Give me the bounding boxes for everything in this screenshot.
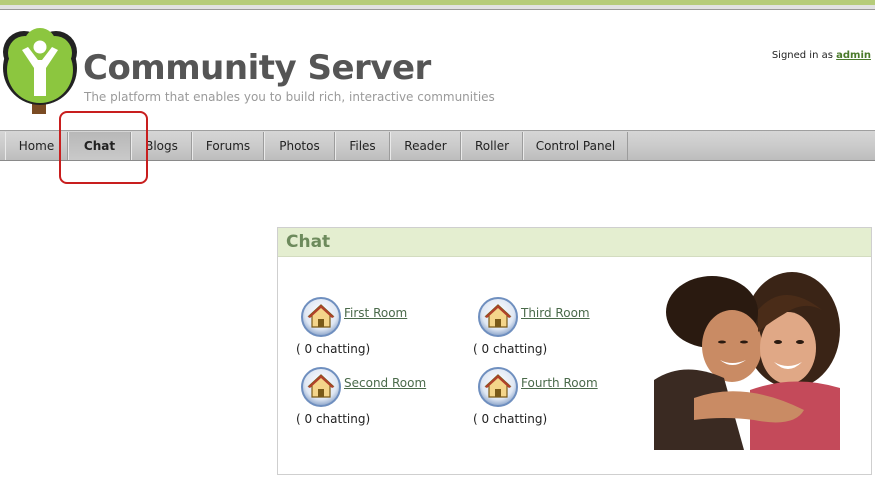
room-link-third[interactable]: Third Room: [521, 306, 590, 320]
room-count: ( 0 chatting): [296, 342, 371, 356]
chat-tab-highlight: [59, 111, 148, 184]
nav-tab-photos[interactable]: Photos: [264, 132, 335, 160]
room-link-first[interactable]: First Room: [344, 306, 407, 320]
room-count: ( 0 chatting): [296, 412, 371, 426]
site-title: Community Server: [83, 48, 431, 88]
top-divider: [0, 9, 875, 10]
home-icon[interactable]: [300, 366, 342, 408]
nav-tab-control-panel[interactable]: Control Panel: [523, 132, 628, 160]
signed-in-label: Signed in as: [771, 50, 833, 61]
nav-tab-reader[interactable]: Reader: [390, 132, 461, 160]
room-count: ( 0 chatting): [473, 342, 548, 356]
home-icon[interactable]: [477, 366, 519, 408]
site-tagline: The platform that enables you to build r…: [84, 90, 495, 104]
nav-tab-forums[interactable]: Forums: [192, 132, 264, 160]
signed-in-status: Signed in as admin: [772, 50, 871, 61]
nav-tab-roller[interactable]: Roller: [461, 132, 523, 160]
page: Community Server The platform that enabl…: [0, 0, 875, 481]
room-link-fourth[interactable]: Fourth Room: [521, 376, 598, 390]
chat-panel-header: Chat: [278, 228, 871, 257]
chat-panel-title: Chat: [286, 232, 331, 252]
tree-person-logo-icon[interactable]: [0, 22, 80, 118]
room-count: ( 0 chatting): [473, 412, 548, 426]
nav-tab-files[interactable]: Files: [335, 132, 390, 160]
home-icon[interactable]: [477, 296, 519, 338]
couple-photo: [654, 270, 840, 450]
home-icon[interactable]: [300, 296, 342, 338]
chat-panel: Chat First Room ( 0 chatting) Third Room…: [277, 227, 872, 475]
room-link-second[interactable]: Second Room: [344, 376, 426, 390]
signed-in-user-link[interactable]: admin: [836, 50, 871, 61]
